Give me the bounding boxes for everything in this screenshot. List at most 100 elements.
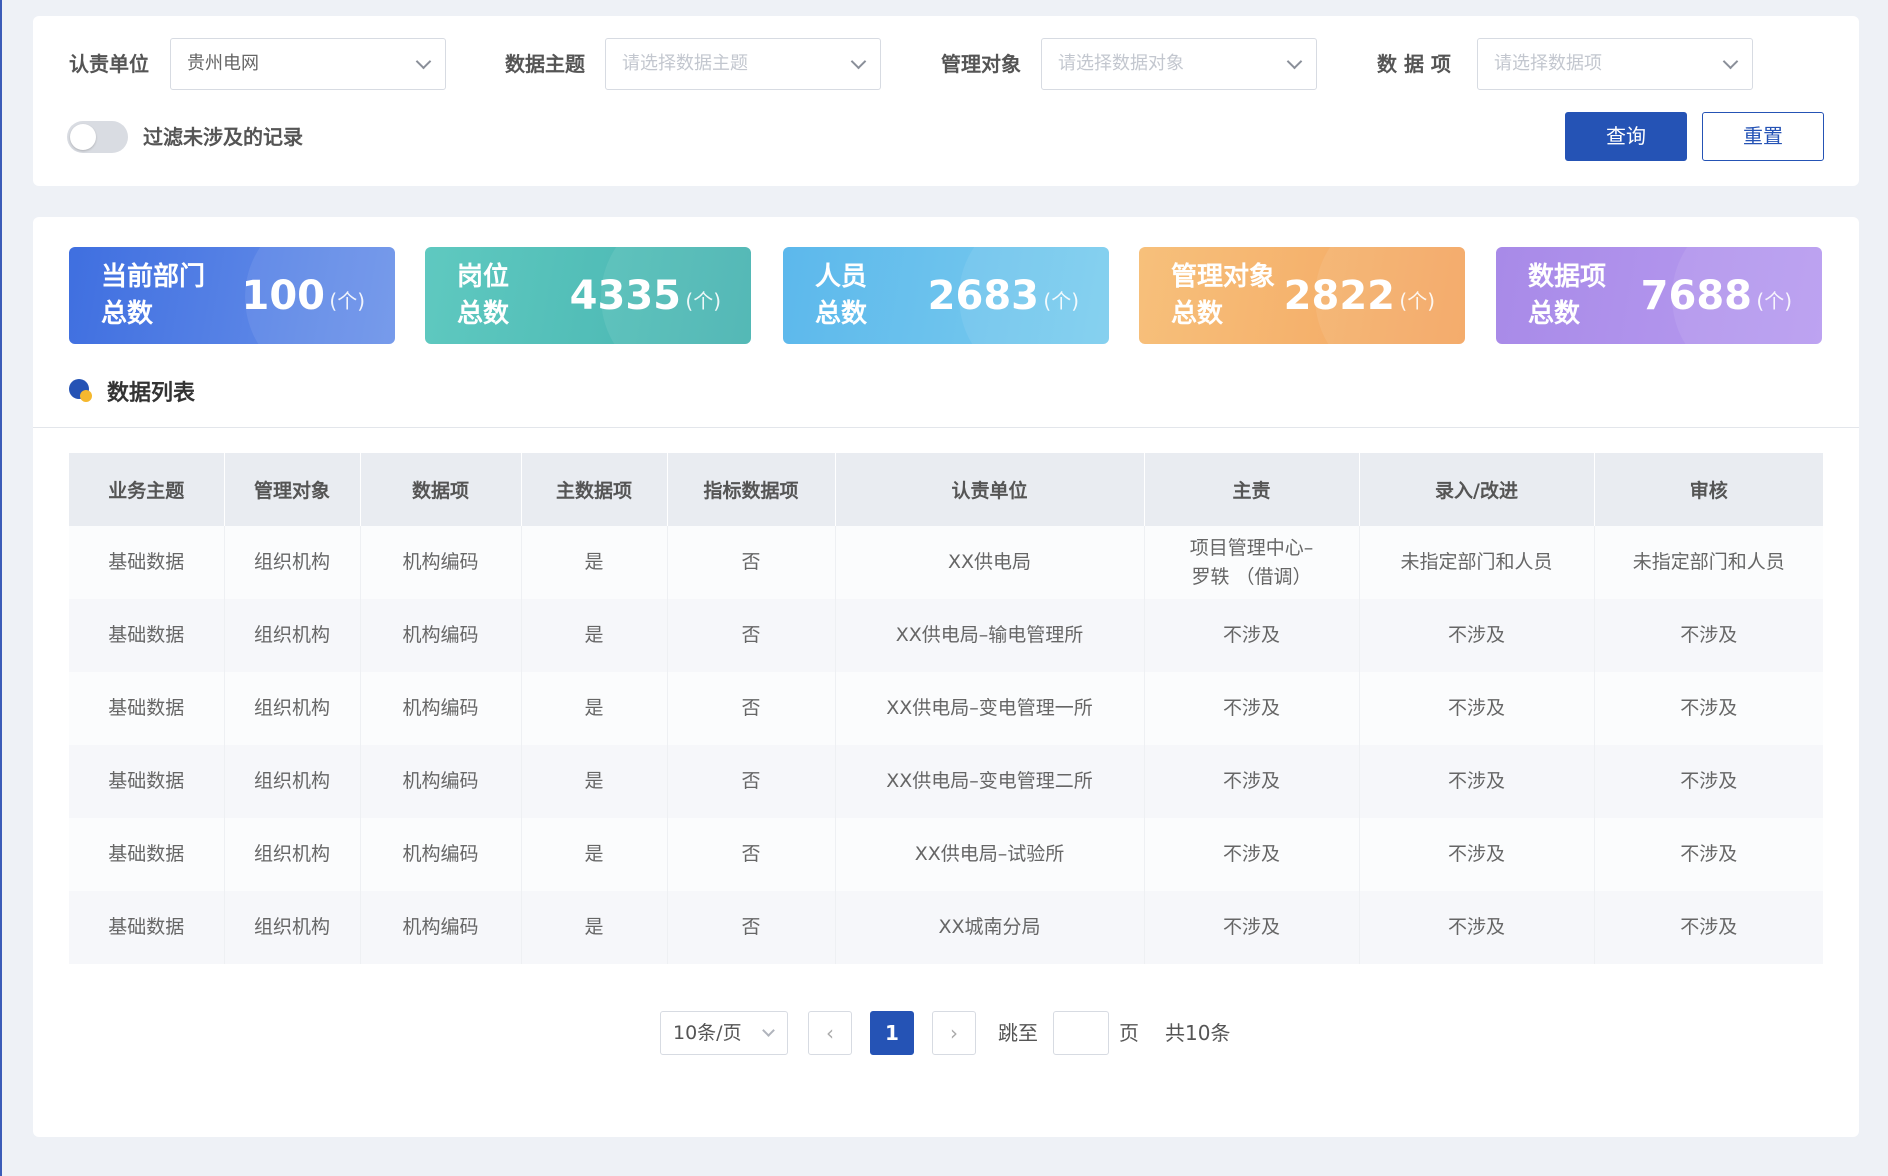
table-cell: 否 [667, 599, 836, 672]
page-size-select[interactable]: 10条/页 [660, 1011, 788, 1055]
filter-panel: 认责单位 贵州电网 数据主题 请选择数据主题 管理对象 请选择数据对象 数 据 … [33, 16, 1859, 186]
stat-label: 数据项 总数 [1528, 259, 1658, 333]
prev-page-button[interactable]: ‹ [808, 1011, 852, 1055]
stat-card: 当前部门 总数 100 (个) [69, 247, 395, 344]
table-cell: 未指定部门和人员 [1594, 526, 1823, 599]
stat-label-line2: 总数 [815, 299, 868, 329]
table-cell: 机构编码 [360, 599, 522, 672]
table-cell: 是 [521, 526, 668, 599]
stat-card: 数据项 总数 7688 (个) [1496, 247, 1822, 344]
table-cell: 基础数据 [69, 599, 225, 672]
stat-label-line2: 总数 [457, 299, 510, 329]
column-header: 认责单位 [835, 453, 1145, 526]
chevron-down-icon [1286, 53, 1303, 70]
stat-label-line1: 管理对象 [1171, 262, 1276, 292]
stat-value: 7688 [1640, 273, 1752, 319]
page-1-button[interactable]: 1 [870, 1011, 914, 1055]
table-cell: 不涉及 [1359, 672, 1595, 745]
unit-select[interactable]: 贵州电网 [170, 38, 446, 90]
filter-toggle-label: 过滤未涉及的记录 [143, 125, 303, 149]
table-cell: 不涉及 [1359, 891, 1595, 964]
object-select[interactable]: 请选择数据对象 [1041, 38, 1317, 90]
table-cell: XX供电局–变电管理二所 [835, 745, 1145, 818]
column-header: 数据项 [360, 453, 522, 526]
chevron-down-icon [850, 53, 867, 70]
table-cell: 基础数据 [69, 526, 225, 599]
table-cell: 组织机构 [224, 745, 361, 818]
stat-unit: (个) [1399, 289, 1435, 313]
stat-card: 管理对象 总数 2822 (个) [1139, 247, 1465, 344]
table-cell: 是 [521, 818, 668, 891]
table-cell: 组织机构 [224, 672, 361, 745]
table-cell: 否 [667, 818, 836, 891]
chevron-left-icon: ‹ [826, 1021, 834, 1045]
stat-card: 岗位 总数 4335 (个) [425, 247, 751, 344]
column-header: 主数据项 [521, 453, 668, 526]
stat-label-line1: 岗位 [457, 262, 510, 292]
column-header: 指标数据项 [667, 453, 836, 526]
table-cell: 否 [667, 891, 836, 964]
table-header-row: 业务主题 管理对象 数据项 主数据项 指标数据项 认责单位 主责 录入/改进 审核 [69, 453, 1823, 526]
stat-unit: (个) [685, 289, 721, 313]
table-cell: XX供电局–输电管理所 [835, 599, 1145, 672]
table-row: 基础数据 组织机构 机构编码是否 XX供电局–试验所 不涉及 不涉及 不涉及 [69, 818, 1823, 891]
table-cell: 是 [521, 891, 668, 964]
table-cell: 不涉及 [1144, 745, 1360, 818]
table-row: 基础数据 组织机构 机构编码是否 XX供电局–输电管理所 不涉及 不涉及 不涉及 [69, 599, 1823, 672]
table-cell: 不涉及 [1359, 745, 1595, 818]
table-cell: 项目管理中心– 罗轶 （借调） [1144, 526, 1360, 599]
theme-label: 数据主题 [505, 52, 585, 76]
table-row: 基础数据 组织机构 机构编码是否 XX供电局–变电管理二所 不涉及 不涉及 不涉及 [69, 745, 1823, 818]
table-cell: 否 [667, 745, 836, 818]
table-cell: 组织机构 [224, 526, 361, 599]
table-cell: XX供电局 [835, 526, 1145, 599]
column-header: 审核 [1594, 453, 1823, 526]
table-row: 基础数据 组织机构 机构编码是否 XX城南分局 不涉及 不涉及 不涉及 [69, 891, 1823, 964]
divider [33, 427, 1859, 428]
theme-select-placeholder: 请选择数据主题 [622, 53, 748, 74]
column-header: 管理对象 [224, 453, 361, 526]
stat-label: 人员 总数 [815, 259, 945, 333]
query-button[interactable]: 查询 [1565, 112, 1687, 161]
reset-button[interactable]: 重置 [1702, 112, 1824, 161]
stat-label-line2: 总数 [1528, 299, 1581, 329]
table-cell: 机构编码 [360, 745, 522, 818]
table-cell: 未指定部门和人员 [1359, 526, 1595, 599]
data-panel: 当前部门 总数 100 (个) 岗位 总数 4335 (个) 人员 总数 2683 (个) 管理对象 总数… [33, 217, 1859, 1137]
column-header: 业务主题 [69, 453, 225, 526]
table-cell: 基础数据 [69, 672, 225, 745]
table-cell: 不涉及 [1359, 599, 1595, 672]
item-select[interactable]: 请选择数据项 [1477, 38, 1753, 90]
stat-value: 100 [241, 273, 326, 319]
jump-page-input[interactable] [1053, 1011, 1109, 1055]
stat-value: 4335 [569, 273, 681, 319]
stat-label-line2: 总数 [1171, 299, 1224, 329]
stat-label: 当前部门 总数 [101, 259, 231, 333]
table-body: 基础数据 组织机构 机构编码是否 XX供电局 项目管理中心– 罗轶 （借调） 未指定部门和… [69, 526, 1823, 964]
page-size-value: 10条/页 [673, 1022, 742, 1044]
item-label: 数 据 项 [1377, 52, 1451, 76]
chevron-right-icon: › [950, 1021, 958, 1045]
table-cell: 机构编码 [360, 526, 522, 599]
table-cell: 机构编码 [360, 818, 522, 891]
next-page-button[interactable]: › [932, 1011, 976, 1055]
stat-value: 2683 [927, 273, 1039, 319]
table-cell: 不涉及 [1594, 818, 1823, 891]
theme-select[interactable]: 请选择数据主题 [605, 38, 881, 90]
stat-label: 岗位 总数 [457, 259, 587, 333]
table-cell: 机构编码 [360, 672, 522, 745]
stat-label-line1: 数据项 [1528, 262, 1607, 292]
item-select-placeholder: 请选择数据项 [1494, 53, 1602, 74]
table-cell: 机构编码 [360, 891, 522, 964]
table-cell: 不涉及 [1144, 891, 1360, 964]
table-cell: 组织机构 [224, 818, 361, 891]
data-table: 业务主题 管理对象 数据项 主数据项 指标数据项 认责单位 主责 录入/改进 审核 基础数据 组织… [69, 453, 1823, 964]
section-title: 数据列表 [107, 381, 196, 406]
stat-card: 人员 总数 2683 (个) [783, 247, 1109, 344]
section-header: 数据列表 [69, 375, 195, 407]
table-cell: 不涉及 [1144, 818, 1360, 891]
table-cell: 不涉及 [1144, 599, 1360, 672]
filter-toggle[interactable] [67, 121, 128, 153]
stat-label-line1: 人员 [815, 262, 868, 292]
object-select-placeholder: 请选择数据对象 [1058, 53, 1184, 74]
